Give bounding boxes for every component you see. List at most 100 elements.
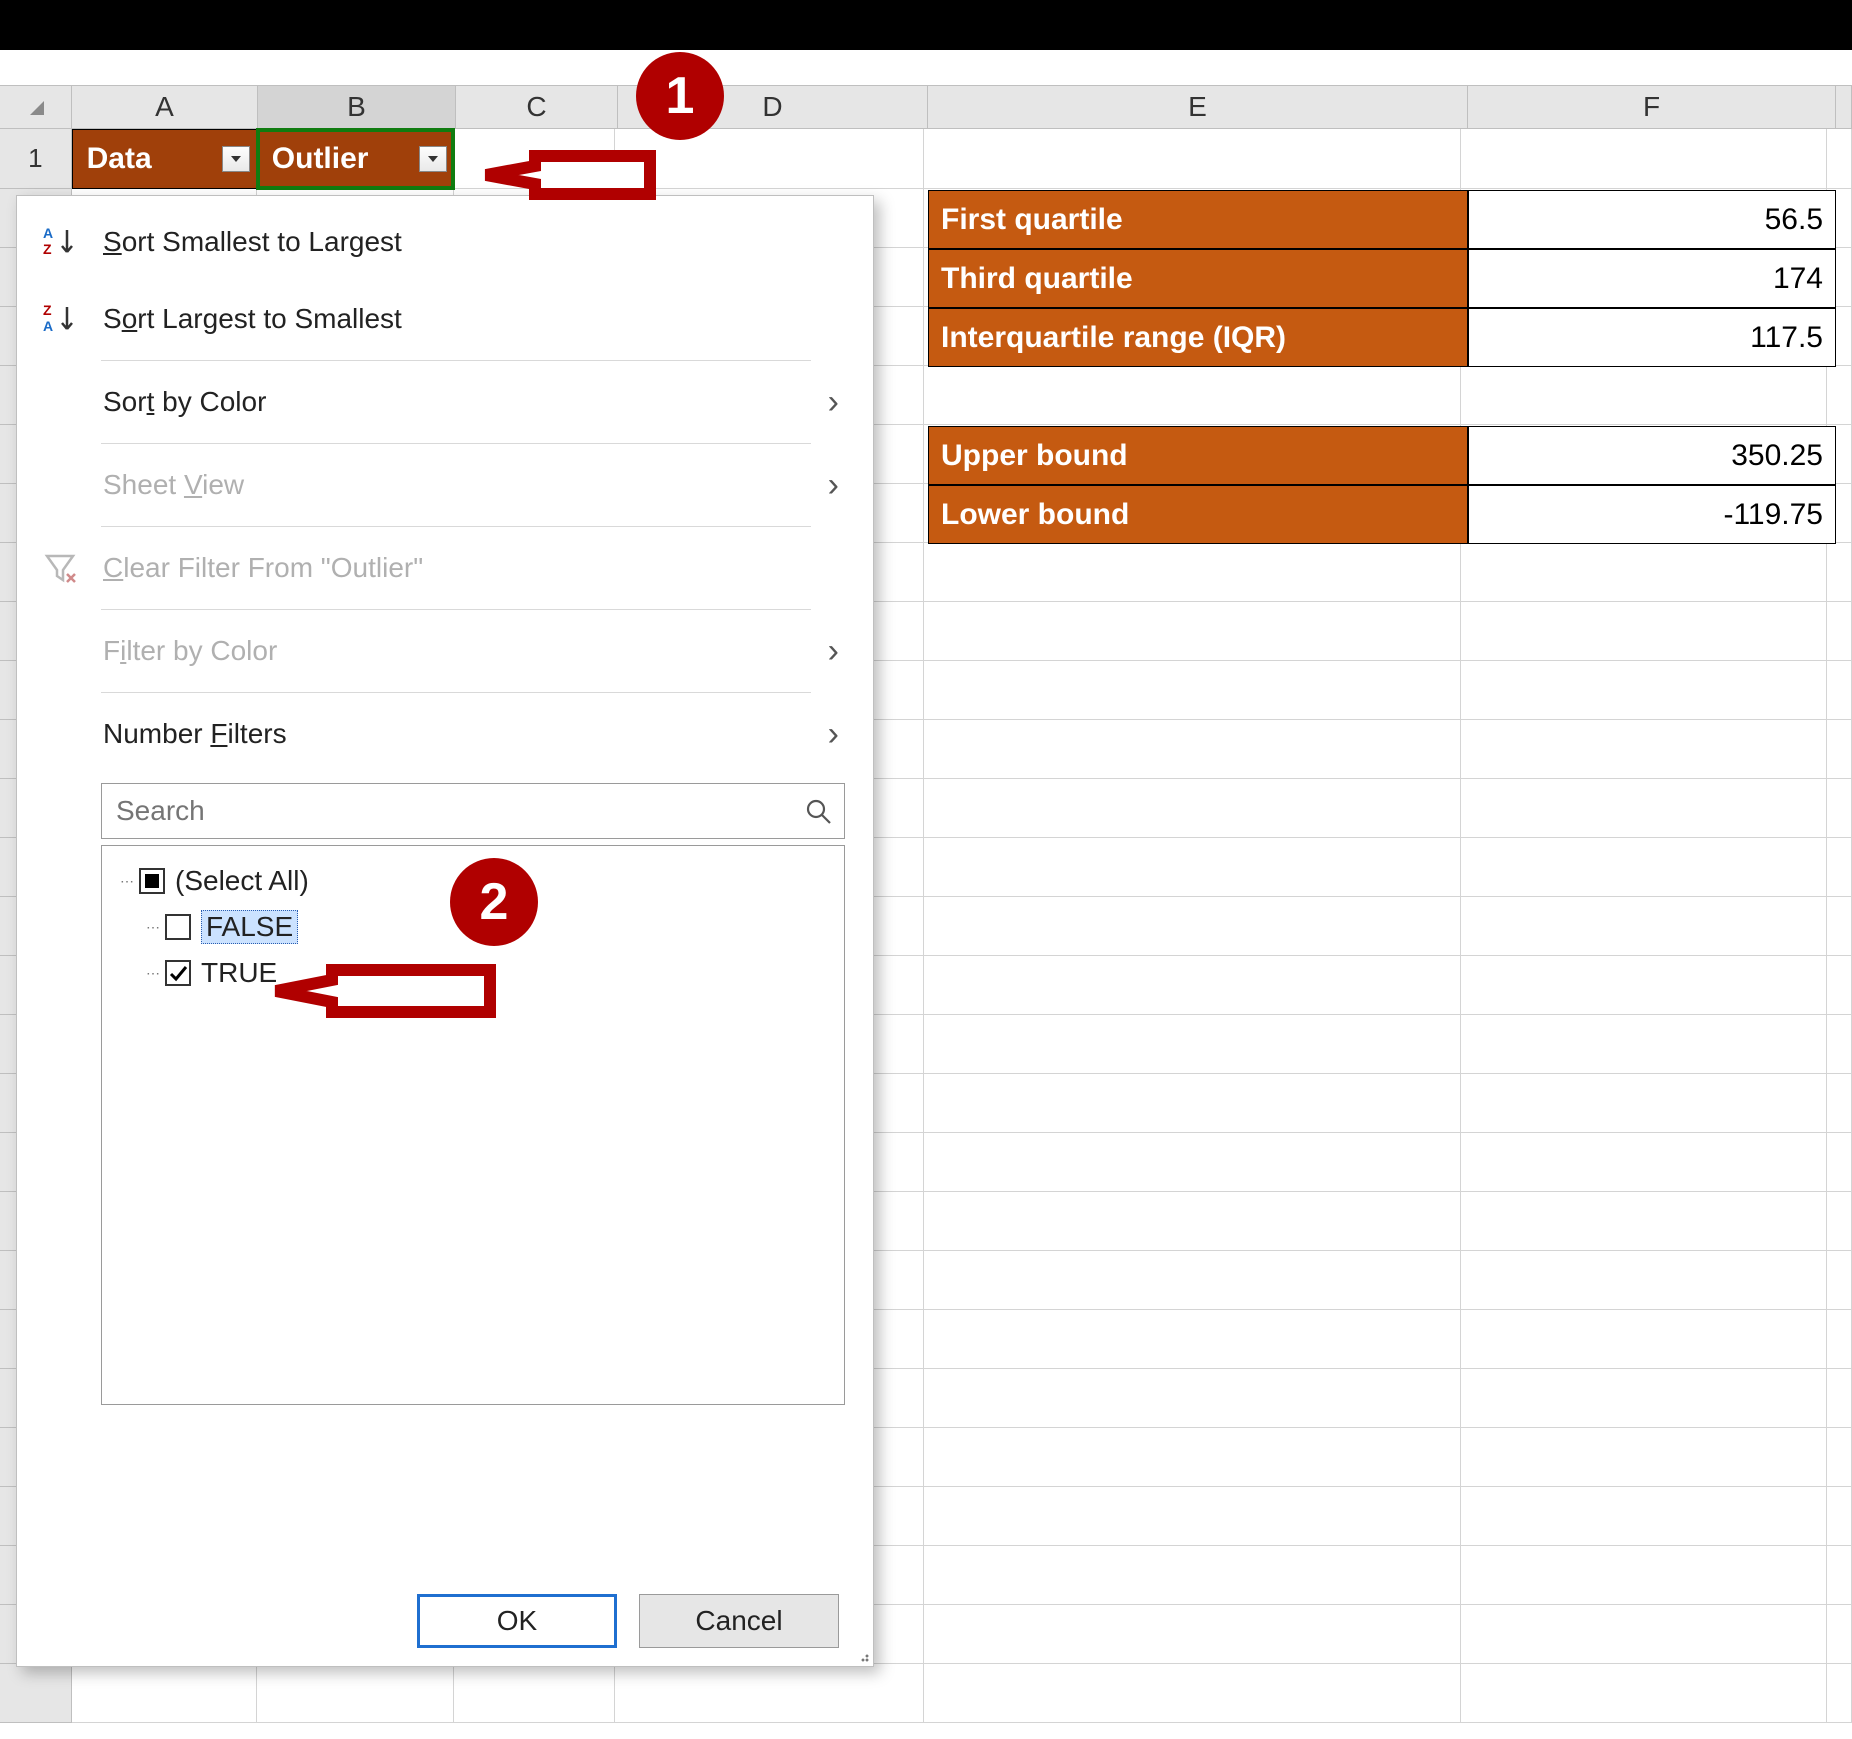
grid-cell[interactable]: [924, 366, 1461, 425]
row-header[interactable]: [0, 1664, 72, 1723]
grid-cell[interactable]: [924, 661, 1461, 720]
grid-cell[interactable]: [1827, 661, 1852, 720]
grid-cell[interactable]: [924, 1192, 1461, 1251]
grid-cell[interactable]: [1461, 543, 1827, 602]
grid-cell[interactable]: [1827, 1074, 1852, 1133]
stats-first-quartile-value[interactable]: 56.5: [1468, 190, 1836, 249]
grid-cell[interactable]: [1461, 1487, 1827, 1546]
grid-cell[interactable]: [1461, 1664, 1827, 1723]
stats-lower-bound-value[interactable]: -119.75: [1468, 485, 1836, 544]
grid-cell[interactable]: [924, 1546, 1461, 1605]
grid-cell[interactable]: [1461, 1369, 1827, 1428]
grid-cell[interactable]: [1827, 1192, 1852, 1251]
grid-cell[interactable]: [1827, 602, 1852, 661]
grid-cell[interactable]: [924, 1015, 1461, 1074]
grid-cell[interactable]: [1827, 1015, 1852, 1074]
stats-third-quartile-label[interactable]: Third quartile: [928, 249, 1468, 308]
grid-cell[interactable]: [924, 1428, 1461, 1487]
checkbox-checked-icon[interactable]: [165, 960, 191, 986]
grid-cell[interactable]: [615, 1664, 923, 1723]
grid-cell[interactable]: [1827, 543, 1852, 602]
grid-cell[interactable]: [924, 1251, 1461, 1310]
grid-cell[interactable]: [924, 779, 1461, 838]
sort-asc-item[interactable]: A Z Sort Smallest to Largest: [17, 196, 873, 278]
grid-cell[interactable]: [1461, 1015, 1827, 1074]
grid-cell[interactable]: [1461, 1251, 1827, 1310]
cell-E1[interactable]: [924, 129, 1461, 189]
grid-cell[interactable]: [1827, 1428, 1852, 1487]
grid-cell[interactable]: [1461, 1310, 1827, 1369]
stats-third-quartile-value[interactable]: 174: [1468, 249, 1836, 308]
grid-cell[interactable]: [924, 1074, 1461, 1133]
stats-first-quartile-label[interactable]: First quartile: [928, 190, 1468, 249]
column-header-A[interactable]: A: [72, 86, 258, 128]
column-header-C[interactable]: C: [456, 86, 618, 128]
grid-cell[interactable]: [924, 1369, 1461, 1428]
grid-cell[interactable]: [924, 1310, 1461, 1369]
grid-cell[interactable]: [1461, 1192, 1827, 1251]
grid-cell[interactable]: [1461, 1074, 1827, 1133]
stats-lower-bound-label[interactable]: Lower bound: [928, 485, 1468, 544]
cell-B1-outlier-header[interactable]: Outlier: [257, 129, 454, 189]
grid-cell[interactable]: [1461, 779, 1827, 838]
column-header-B[interactable]: B: [258, 86, 456, 128]
filter-search[interactable]: [101, 783, 845, 839]
grid-cell[interactable]: [1461, 1133, 1827, 1192]
grid-cell[interactable]: [1827, 779, 1852, 838]
grid-cell[interactable]: [1827, 1487, 1852, 1546]
grid-cell[interactable]: [924, 602, 1461, 661]
stats-iqr-label[interactable]: Interquartile range (IQR): [928, 308, 1468, 367]
column-header-F[interactable]: F: [1468, 86, 1836, 128]
grid-cell[interactable]: [924, 1487, 1461, 1546]
grid-cell[interactable]: [1461, 366, 1827, 425]
checkbox-mixed-icon[interactable]: [139, 868, 165, 894]
grid-cell[interactable]: [72, 1664, 257, 1723]
grid-cell[interactable]: [454, 1664, 615, 1723]
grid-cell[interactable]: [1827, 956, 1852, 1015]
grid-cell[interactable]: [1827, 1664, 1852, 1723]
grid-cell[interactable]: [1827, 1546, 1852, 1605]
resize-handle-icon[interactable]: [855, 1648, 869, 1662]
stats-upper-bound-value[interactable]: 350.25: [1468, 426, 1836, 485]
grid-cell[interactable]: [1461, 1605, 1827, 1664]
grid-cell[interactable]: [1461, 1428, 1827, 1487]
grid-cell[interactable]: [924, 838, 1461, 897]
stats-upper-bound-label[interactable]: Upper bound: [928, 426, 1468, 485]
cell-A1-data-header[interactable]: Data: [72, 129, 257, 189]
grid-cell[interactable]: [1461, 897, 1827, 956]
grid-cell[interactable]: [1827, 838, 1852, 897]
column-header-E[interactable]: E: [928, 86, 1468, 128]
grid-cell[interactable]: [1461, 1546, 1827, 1605]
grid-cell[interactable]: [1461, 838, 1827, 897]
grid-cell[interactable]: [1461, 602, 1827, 661]
grid-cell[interactable]: [1461, 661, 1827, 720]
row-header-1[interactable]: 1: [0, 129, 72, 189]
filter-button-outlier[interactable]: [419, 146, 447, 172]
filter-button-data[interactable]: [222, 146, 250, 172]
stats-iqr-value[interactable]: 117.5: [1468, 308, 1836, 367]
sort-desc-item[interactable]: Z A Sort Largest to Smallest: [17, 278, 873, 360]
grid-cell[interactable]: [1827, 1310, 1852, 1369]
grid-cell[interactable]: [924, 897, 1461, 956]
grid-cell[interactable]: [924, 1133, 1461, 1192]
grid-cell[interactable]: [1827, 1251, 1852, 1310]
grid-cell[interactable]: [924, 1664, 1461, 1723]
grid-cell[interactable]: [1827, 1605, 1852, 1664]
ok-button[interactable]: OK: [417, 1594, 617, 1648]
number-filters-item[interactable]: Number Filters ›: [17, 693, 873, 775]
select-all-corner[interactable]: [0, 86, 72, 128]
grid-cell[interactable]: [924, 720, 1461, 779]
filter-search-input[interactable]: [114, 794, 804, 828]
grid-cell[interactable]: [924, 543, 1461, 602]
grid-cell[interactable]: [924, 1605, 1461, 1664]
grid-cell[interactable]: [1827, 366, 1852, 425]
grid-cell[interactable]: [257, 1664, 454, 1723]
grid-cell[interactable]: [1827, 1369, 1852, 1428]
grid-cell[interactable]: [1461, 956, 1827, 1015]
grid-cell[interactable]: [1827, 720, 1852, 779]
grid-cell[interactable]: [924, 956, 1461, 1015]
sort-by-color-item[interactable]: Sort by Color ›: [17, 361, 873, 443]
grid-cell[interactable]: [1461, 720, 1827, 779]
grid-cell[interactable]: [1827, 1133, 1852, 1192]
checkbox-unchecked-icon[interactable]: [165, 914, 191, 940]
